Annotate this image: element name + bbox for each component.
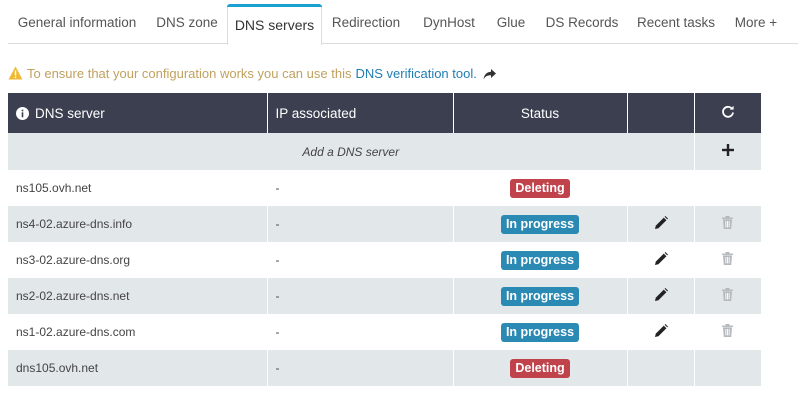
trash-icon[interactable] <box>722 324 734 340</box>
status-column-header: Status <box>453 93 628 133</box>
trash-icon[interactable] <box>722 288 734 304</box>
edit-cell <box>627 242 695 278</box>
refresh-icon[interactable] <box>721 105 735 122</box>
dns-server-cell: ns4-02.azure-dns.info <box>8 206 268 242</box>
delete-cell <box>694 350 761 386</box>
tab-recent-tasks[interactable]: Recent tasks <box>632 0 720 44</box>
edit-cell <box>627 206 695 242</box>
delete-cell <box>694 206 761 242</box>
add-dns-server-link[interactable]: Add a DNS server <box>302 145 399 159</box>
pencil-icon[interactable] <box>654 287 668 305</box>
edit-cell <box>627 170 695 206</box>
dns-server-header-label: DNS server <box>35 105 105 121</box>
status-badge: In progress <box>500 214 580 234</box>
status-cell: Deleting <box>453 170 628 206</box>
tab-ds-records[interactable]: DS Records <box>542 0 622 44</box>
table-row: ns105.ovh.net - Deleting <box>8 170 761 206</box>
add-dns-server-cell: Add a DNS server <box>8 133 695 170</box>
add-cell <box>694 133 761 170</box>
trash-icon[interactable] <box>722 252 734 268</box>
table-row: ns4-02.azure-dns.info - In progress <box>8 206 761 242</box>
dns-server-cell: ns2-02.azure-dns.net <box>8 278 268 314</box>
pencil-icon[interactable] <box>654 215 668 233</box>
status-cell: In progress <box>453 242 628 278</box>
status-cell: In progress <box>453 278 628 314</box>
tab-general-information[interactable]: General information <box>8 0 146 44</box>
table-row: ns2-02.azure-dns.net - In progress <box>8 278 761 314</box>
warning-icon <box>8 66 23 80</box>
ip-associated-cell: - <box>267 170 454 206</box>
pencil-icon[interactable] <box>654 251 668 269</box>
plus-icon[interactable] <box>721 144 734 159</box>
share-arrow-icon[interactable] <box>483 68 496 79</box>
dns-verification-link[interactable]: DNS verification tool. <box>355 66 476 81</box>
delete-cell <box>694 170 761 206</box>
edit-cell <box>627 278 695 314</box>
tab-dns-zone[interactable]: DNS zone <box>148 0 226 44</box>
ip-associated-cell: - <box>267 278 454 314</box>
delete-cell <box>694 242 761 278</box>
edit-cell <box>627 314 695 350</box>
dns-server-column-header: DNS server <box>8 93 268 133</box>
edit-column-header <box>627 93 695 133</box>
table-header-row: DNS server IP associated Status <box>8 93 761 133</box>
tab-glue[interactable]: Glue <box>490 0 532 44</box>
dns-server-cell: ns1-02.azure-dns.com <box>8 314 268 350</box>
refresh-column-header <box>694 93 761 133</box>
ip-associated-cell: - <box>267 350 454 386</box>
status-cell: In progress <box>453 314 628 350</box>
dns-verification-notice: To ensure that your configuration works … <box>8 64 496 82</box>
ip-associated-cell: - <box>267 242 454 278</box>
pencil-icon[interactable] <box>654 323 668 341</box>
info-icon <box>16 106 29 120</box>
dns-server-cell: ns3-02.azure-dns.org <box>8 242 268 278</box>
status-badge: In progress <box>500 250 580 270</box>
status-badge: In progress <box>500 286 580 306</box>
notice-text: To ensure that your configuration works … <box>27 65 352 81</box>
ip-associated-cell: - <box>267 314 454 350</box>
add-dns-server-row: Add a DNS server <box>8 133 761 170</box>
tab-bar: General information DNS zone DNS servers… <box>8 0 798 45</box>
trash-icon[interactable] <box>722 216 734 232</box>
dns-servers-table: DNS server IP associated Status Add a DN… <box>8 93 761 386</box>
dns-server-cell: ns105.ovh.net <box>8 170 268 206</box>
ip-associated-column-header: IP associated <box>267 93 454 133</box>
status-badge: In progress <box>500 322 580 342</box>
table-row: ns3-02.azure-dns.org - In progress <box>8 242 761 278</box>
dns-server-cell: dns105.ovh.net <box>8 350 268 386</box>
table-row: dns105.ovh.net - Deleting <box>8 350 761 386</box>
status-badge: Deleting <box>510 178 570 198</box>
tab-redirection[interactable]: Redirection <box>326 0 406 44</box>
delete-cell <box>694 278 761 314</box>
status-badge: Deleting <box>510 358 570 378</box>
tab-dynhost[interactable]: DynHost <box>416 0 482 44</box>
tab-dns-servers[interactable]: DNS servers <box>227 4 322 45</box>
table-row: ns1-02.azure-dns.com - In progress <box>8 314 761 350</box>
ip-associated-cell: - <box>267 206 454 242</box>
edit-cell <box>627 350 695 386</box>
tab-more[interactable]: More + <box>728 0 784 44</box>
delete-cell <box>694 314 761 350</box>
status-cell: In progress <box>453 206 628 242</box>
status-cell: Deleting <box>453 350 628 386</box>
